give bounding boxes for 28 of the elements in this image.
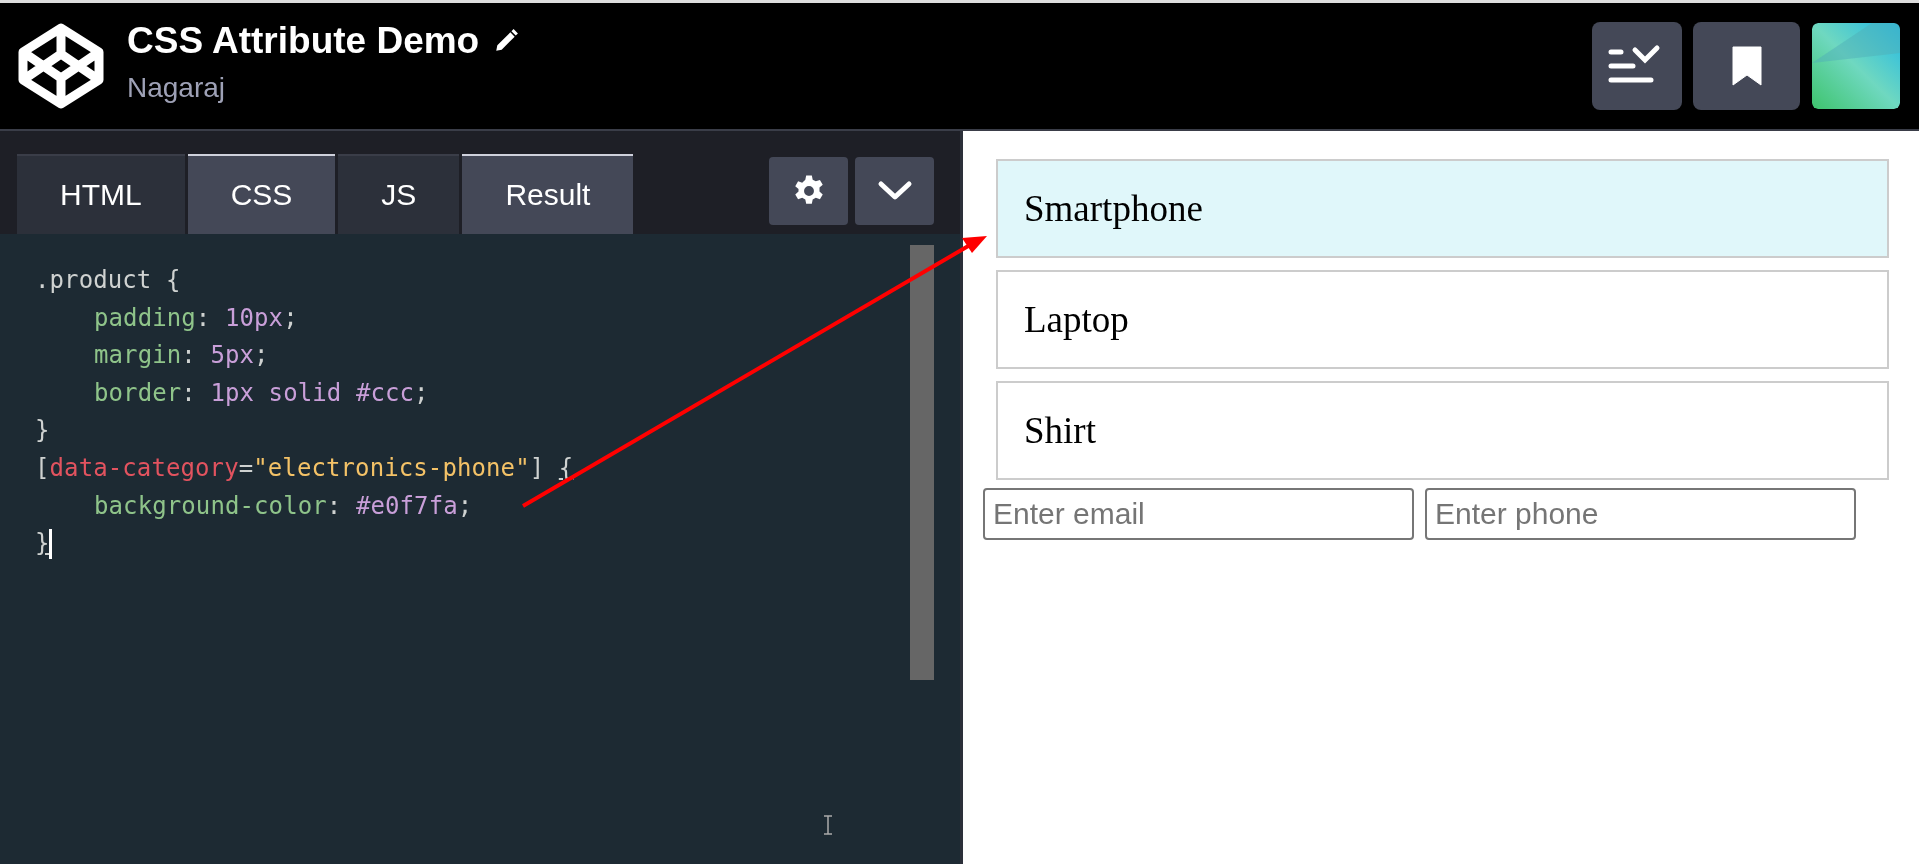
- settings-button[interactable]: [769, 156, 848, 225]
- pencil-icon[interactable]: [493, 28, 520, 54]
- bookmark-button[interactable]: [1693, 22, 1800, 110]
- editor-tab[interactable]: CSS: [187, 154, 336, 234]
- code-line: margin: 5px;: [93, 340, 270, 372]
- code-line: background-color: #e0f7fa;: [93, 490, 474, 522]
- editor-tab[interactable]: JS: [338, 154, 460, 234]
- chevron-down-icon: [876, 179, 913, 202]
- pen-title: CSS Attribute Demo: [127, 20, 480, 62]
- editor-tab[interactable]: Result: [462, 154, 634, 234]
- code-line: border: 1px solid #ccc;: [93, 377, 430, 409]
- scrollbar[interactable]: [910, 245, 934, 680]
- code-line: }: [35, 528, 51, 560]
- author-name: Nagaraj: [127, 72, 227, 104]
- code-line: padding: 10px;: [93, 302, 299, 334]
- editor-tab[interactable]: HTML: [17, 154, 185, 234]
- input-field[interactable]: Enter email: [983, 488, 1414, 540]
- product-card: Shirt: [996, 381, 1889, 480]
- input-field[interactable]: Enter phone: [1425, 488, 1856, 540]
- product-card: Smartphone: [996, 159, 1889, 258]
- bookmark-icon: [1729, 44, 1764, 88]
- dropdown-button[interactable]: [855, 156, 934, 225]
- code-line: .product {: [35, 265, 182, 296]
- product-card: Laptop: [996, 270, 1889, 369]
- collections-button[interactable]: [1592, 22, 1682, 110]
- text-cursor-icon: [822, 815, 834, 835]
- logo-icon: [17, 22, 105, 110]
- code-line: }: [35, 415, 51, 447]
